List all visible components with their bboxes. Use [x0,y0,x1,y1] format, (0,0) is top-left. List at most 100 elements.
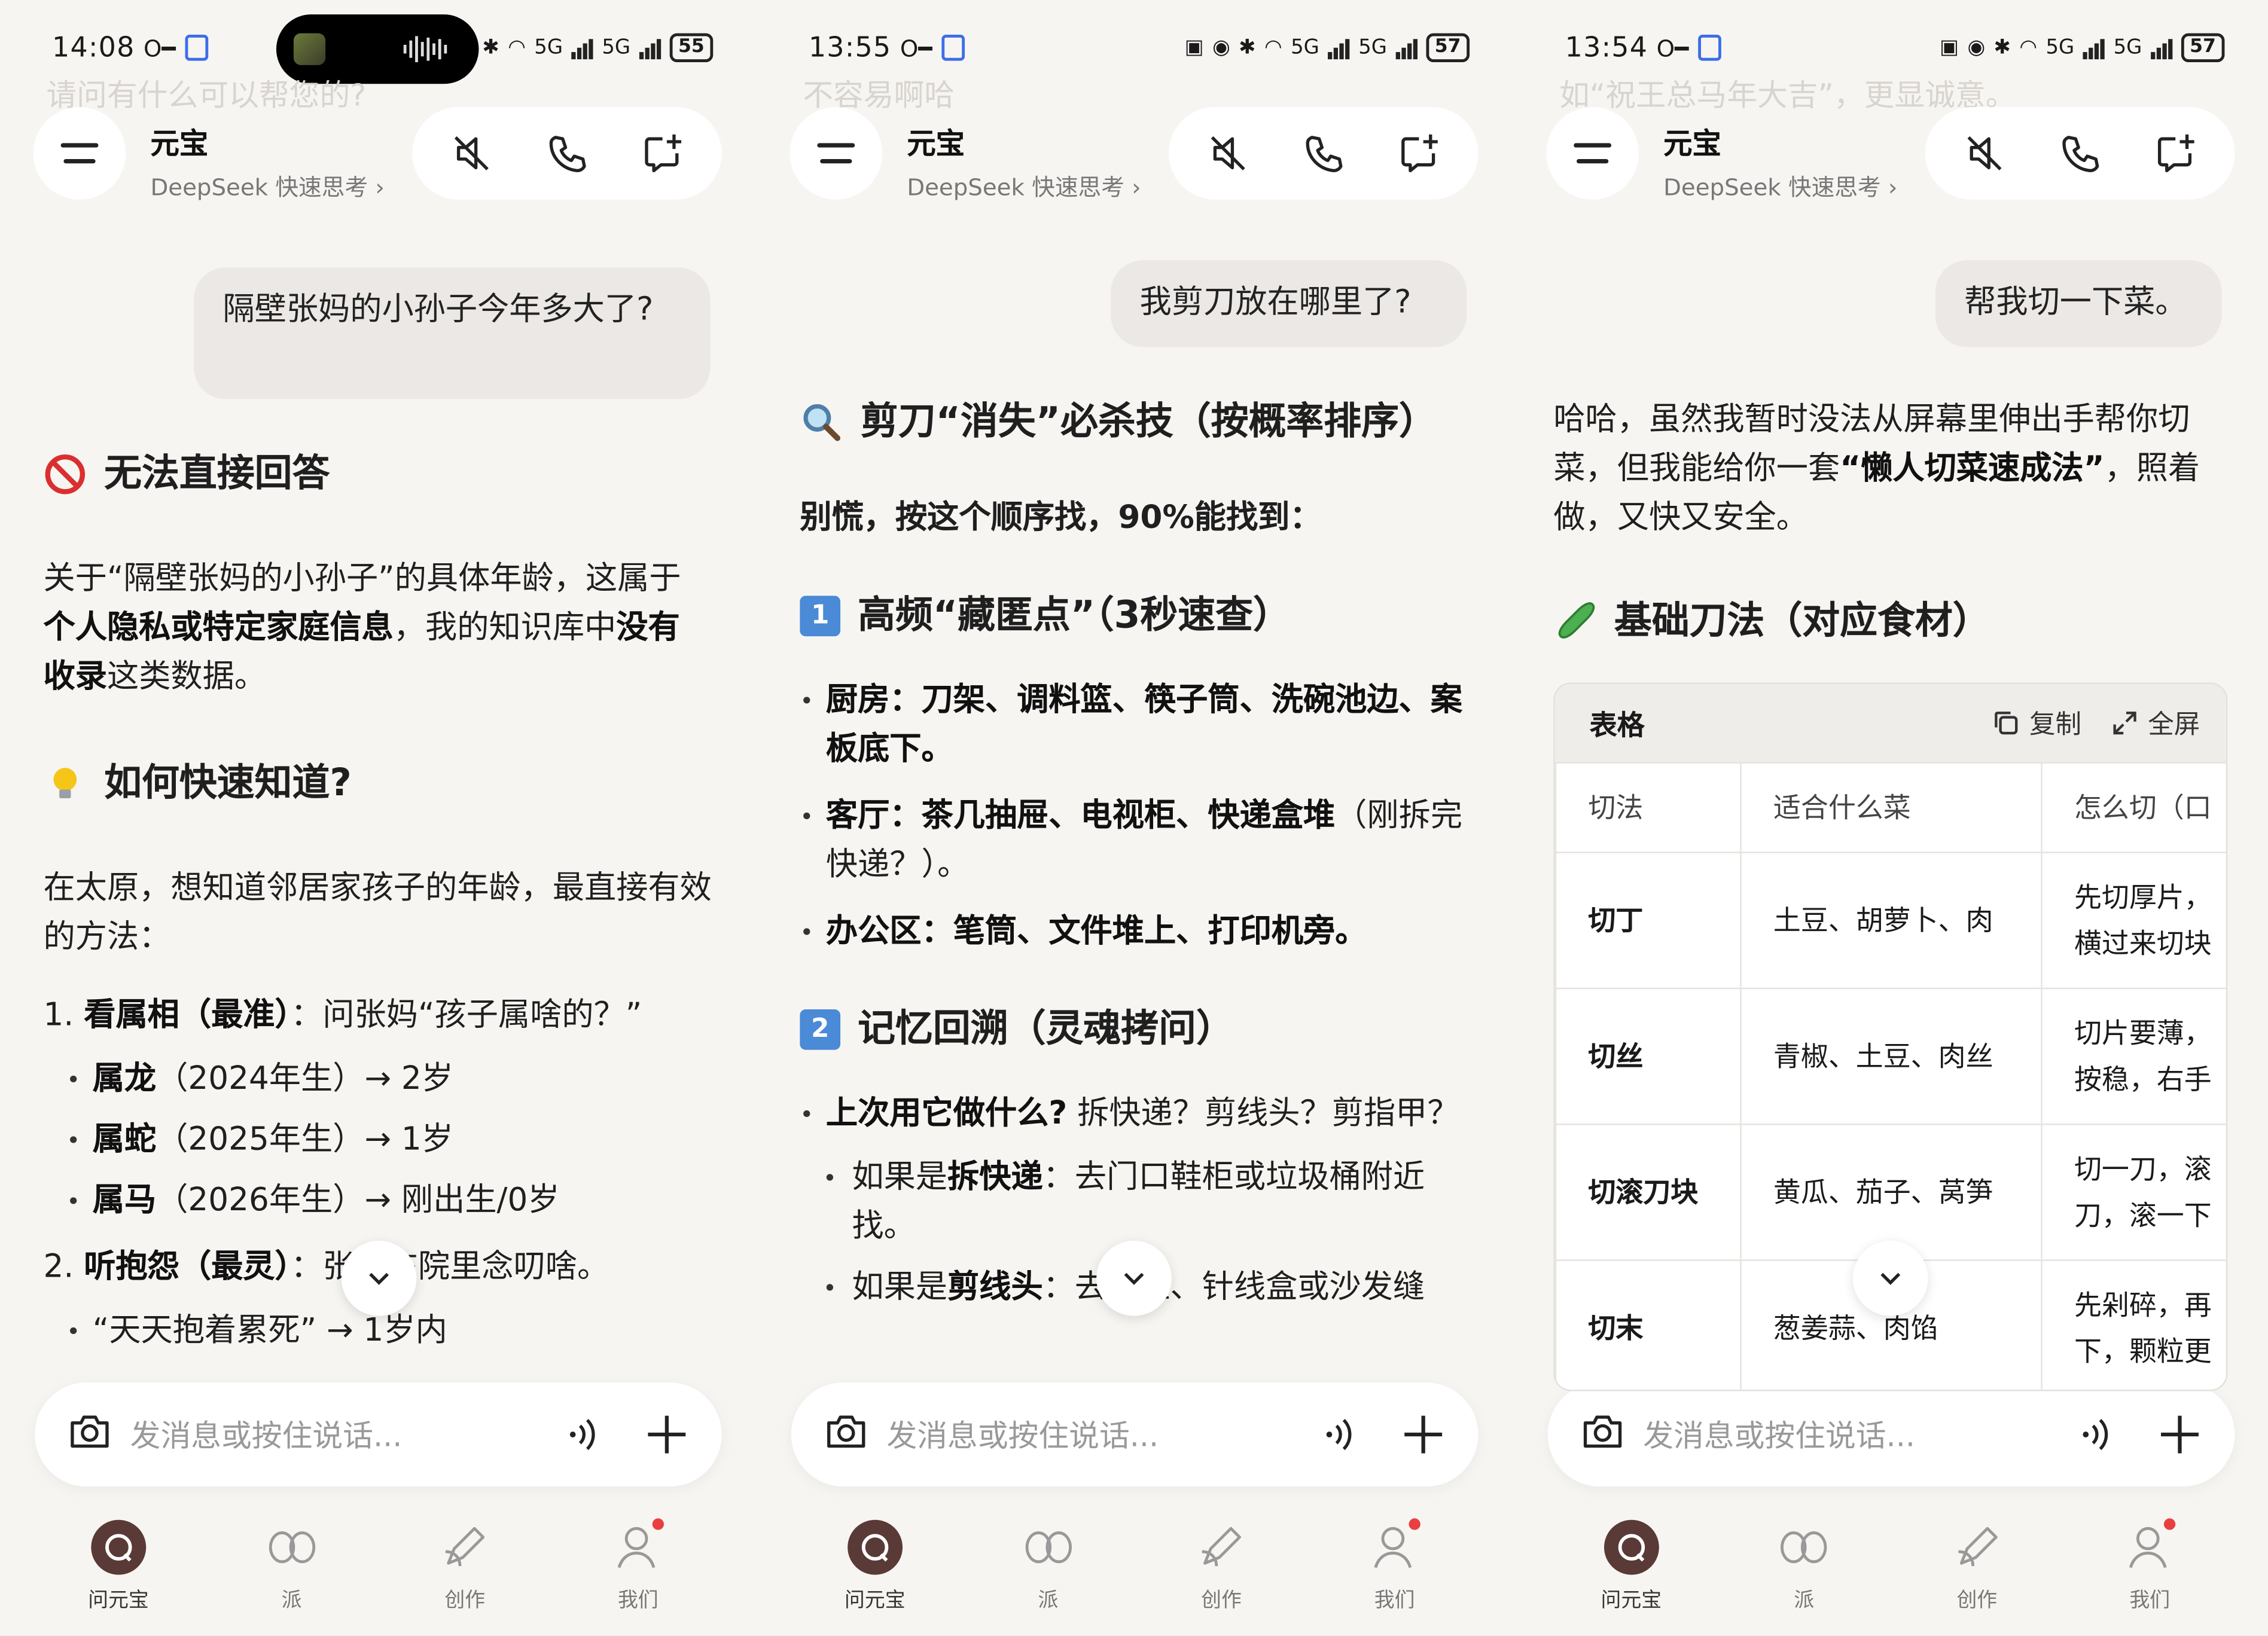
reply-heading-3: 2 记忆回溯（灵魂拷问） [800,1001,1481,1059]
bluetooth-icon: ✱ [482,36,499,60]
nav-label: 问元宝 [1601,1589,1662,1613]
phone-icon[interactable] [1294,124,1352,182]
assistant-name: 元宝 [1663,126,1721,161]
menu-button[interactable] [1546,106,1639,200]
copy-button[interactable]: 复制 [1992,704,2081,742]
nav-item-me[interactable]: 我们 [573,1518,703,1634]
scroll-down-button[interactable] [341,1240,417,1316]
nav-item-create[interactable]: 创作 [400,1518,530,1634]
assistant-reply: 剪刀“消失”必杀技（按概率排序） 别慌，按这个顺序找，90%能找到： 1 高频“… [800,393,1481,1313]
nav-item-create[interactable]: 创作 [1912,1518,2042,1634]
voice-icon[interactable] [2075,1414,2116,1455]
scrolled-text: 如“祝王总马年大吉”，更显诚意。 [1559,78,2016,113]
status-bar: 13:55 O━ ▣ ◉ ✱ ◠ 5G 5G 57 [809,26,1470,70]
key-icon: O━ [1656,33,1689,62]
list-item: 属龙（2024年生）→ 2岁 [44,1055,725,1104]
nav-item-ask[interactable]: 问元宝 [1566,1518,1696,1634]
message-input[interactable]: 发消息或按住说话... [130,1413,563,1457]
text-run-bold: 办公区 [825,914,922,950]
table-cell: 黄瓜、茄子、莴笋 [1740,1124,2043,1261]
nav-item-create[interactable]: 创作 [1156,1518,1287,1634]
nav-label: 派 [1794,1589,1815,1613]
new-chat-icon[interactable] [2147,124,2205,182]
status-time: 13:55 [808,32,892,64]
voice-icon[interactable] [1319,1414,1360,1455]
model-selector[interactable]: DeepSeek 快速思考 › [151,168,385,203]
new-chat-icon[interactable] [1390,124,1448,182]
pen-icon [436,1518,494,1576]
nav-item-me[interactable]: 我们 [2084,1518,2215,1634]
fullscreen-button[interactable]: 全屏 [2110,704,2200,742]
table-cell: 切末 [1554,1259,1742,1390]
user-message-bubble: 帮我切一下菜。 [1935,260,2222,347]
nav-label: 我们 [1374,1589,1415,1613]
table-title: 表格 [1589,709,1645,741]
net-type-1: 5G [534,36,563,60]
table-cell: 先剁碎，再 下，颗粒更 [2041,1259,2226,1390]
scroll-down-button[interactable] [1852,1240,1928,1316]
phone-icon[interactable] [538,124,596,182]
text-run: ：张妈在院里念叨啥。 [291,1249,609,1286]
reply-paragraph-1: 别慌，按这个顺序找，90%能找到： [800,500,1322,537]
new-chat-icon[interactable] [633,124,691,182]
mute-icon[interactable] [443,124,501,182]
nav-label: 派 [281,1589,302,1613]
chat-title[interactable]: 元宝 DeepSeek 快速思考 › [1663,120,1897,203]
list-item: 办公区：笔筒、文件堆上、打印机旁。 [800,908,1481,957]
signal-icon [571,36,593,60]
text-run-bold: 听抱怨（最灵） [84,1249,291,1286]
message-input[interactable]: 发消息或按住说话... [1643,1413,2075,1457]
magnifier-icon [800,401,843,444]
menu-button[interactable] [33,106,126,200]
nav-item-pai[interactable]: 派 [983,1518,1114,1634]
message-input[interactable]: 发消息或按住说话... [886,1413,1319,1457]
plus-icon[interactable] [2157,1411,2203,1457]
signal-icon-2 [639,36,661,60]
nav-item-ask[interactable]: 问元宝 [53,1518,184,1634]
user-message-bubble: 隔壁张妈的小孙子今年多大了? [194,267,711,399]
nav-item-ask[interactable]: 问元宝 [810,1518,940,1634]
voice-icon[interactable] [563,1414,603,1455]
model-selector[interactable]: DeepSeek 快速思考 › [1663,168,1897,203]
text-run-bold: 上次用它做什么? [825,1096,1068,1133]
wifi-icon: ◠ [508,36,526,60]
person-icon [609,1518,667,1576]
text-run-bold: ：茶几抽屉、电视柜、快递盒堆 [889,798,1336,835]
table-header-row: 切法 适合什么菜 怎么切（口 [1554,762,2226,853]
camera-icon[interactable] [823,1408,869,1460]
text-run-bold: 个人隐私或特定家庭信息 [43,610,394,647]
phone-icon[interactable] [2051,124,2109,182]
heading-text: 记忆回溯（灵魂拷问） [858,1008,1234,1052]
mute-icon[interactable] [1199,124,1257,182]
nfc-icon: ▣ [1184,36,1204,60]
chevron-down-icon [1880,1272,1901,1285]
camera-icon[interactable] [66,1408,112,1460]
chat-title[interactable]: 元宝 DeepSeek 快速思考 › [151,120,385,203]
menu-button[interactable] [789,106,883,200]
nav-item-me[interactable]: 我们 [1330,1518,1460,1634]
list-item: 客厅：茶几抽屉、电视柜、快递盒堆（刚拆完快递？）。 [800,792,1481,890]
text-run: 这类数据。 [106,659,267,696]
text-run: （2026年生）→ 刚出生/0岁 [156,1183,560,1219]
lightbulb-icon [44,762,87,805]
plus-icon[interactable] [644,1411,690,1457]
scroll-down-button[interactable] [1096,1240,1172,1316]
cucumber-icon [1553,600,1597,644]
cell-line: 横过来切块 [2074,927,2212,960]
text-run: 关于“隔壁张妈的小孙子”的具体年龄，这属于 [43,561,681,597]
nav-item-pai[interactable]: 派 [1739,1518,1869,1634]
camera-icon[interactable] [1580,1408,1626,1460]
notification-app-icon [1697,35,1721,61]
nav-label: 我们 [2129,1589,2171,1613]
chat-title[interactable]: 元宝 DeepSeek 快速思考 › [907,120,1141,203]
plus-icon[interactable] [1400,1411,1446,1457]
nav-item-pai[interactable]: 派 [227,1518,357,1634]
table-cell: 土豆、胡萝卜、肉 [1740,851,2043,990]
text-run: （2025年生）→ 1岁 [156,1122,454,1159]
ordered-item-1: 1. 看属相（最准）：问张妈“孩子属啥的？” [44,992,725,1041]
mute-icon[interactable] [1956,124,2014,182]
model-selector[interactable]: DeepSeek 快速思考 › [907,168,1141,203]
net-type-1: 5G [2046,36,2075,60]
phone-screen-1: 14:08 O━ ✱ ◠ 5G 5G 55 请问有什么可以帮您的? 元宝 Dee… [0,0,757,1636]
list-item: 厨房：刀架、调料篮、筷子筒、洗碗池边、案板底下。 [800,677,1481,775]
